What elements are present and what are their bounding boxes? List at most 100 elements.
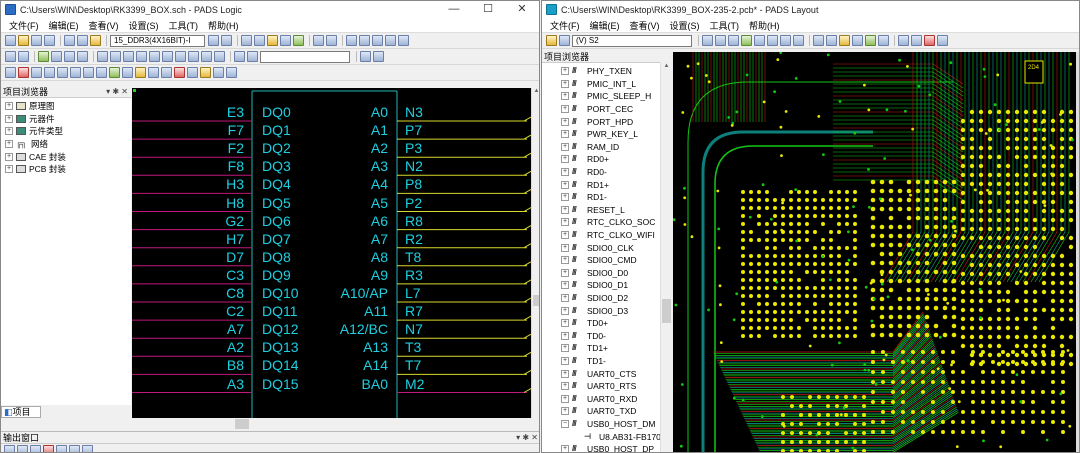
net-item[interactable]: +/// SDIO0_D3 <box>561 304 660 317</box>
output-save-icon[interactable] <box>56 445 67 452</box>
sheet-icon[interactable] <box>372 35 383 46</box>
net-item[interactable]: +/// PORT_HPD <box>561 115 660 128</box>
layout-copy-icon[interactable] <box>715 35 726 46</box>
expand-icon[interactable]: + <box>561 331 569 340</box>
net-item[interactable]: +/// UART0_TXD <box>561 405 660 418</box>
expand-icon[interactable]: + <box>561 407 569 416</box>
label-icon[interactable] <box>135 67 146 78</box>
expand-icon[interactable]: + <box>5 152 13 161</box>
tree-item-nets[interactable]: + ╔╗ 网络 <box>5 138 131 151</box>
layout-properties-icon[interactable] <box>878 35 889 46</box>
layout-menu-tools[interactable]: 工具(T) <box>710 19 740 32</box>
expand-icon[interactable]: + <box>561 319 569 328</box>
schematic-canvas[interactable]: E3 DQ0 A0 N3 F7 DQ1 A1 P7 F2 DQ2 A2 P3 F8 DQ3 A3 N2 H3 DQ… <box>132 88 531 418</box>
expand-icon[interactable]: + <box>561 369 569 378</box>
layout-route-icon[interactable] <box>741 35 752 46</box>
expand-icon[interactable]: + <box>561 155 569 164</box>
layout-save-icon[interactable] <box>559 35 570 46</box>
layout-zoom-icon[interactable] <box>839 35 850 46</box>
redo-icon[interactable] <box>254 35 265 46</box>
expand-icon[interactable]: + <box>5 127 13 136</box>
mirror-icon[interactable] <box>149 51 160 62</box>
expand-icon[interactable]: + <box>561 92 569 101</box>
expand-icon[interactable]: + <box>561 306 569 315</box>
layout-menu-view[interactable]: 查看(V) <box>630 19 660 32</box>
expand-icon[interactable]: + <box>5 102 13 111</box>
move-icon[interactable] <box>123 51 134 62</box>
expand-icon[interactable]: + <box>5 114 13 123</box>
highlight-icon[interactable] <box>174 67 185 78</box>
menu-help[interactable]: 帮助(H) <box>208 19 239 32</box>
split-icon[interactable] <box>162 51 173 62</box>
open-file-icon[interactable] <box>18 35 29 46</box>
tree-item-parts[interactable]: + 元器件 <box>5 113 131 126</box>
menu-view[interactable]: 查看(V) <box>89 19 119 32</box>
project-browser-icon[interactable] <box>346 35 357 46</box>
output-back-icon[interactable] <box>4 445 15 452</box>
expand-icon[interactable]: + <box>561 130 569 139</box>
menu-edit[interactable]: 编辑(E) <box>49 19 79 32</box>
net-item[interactable]: +/// PWR_KEY_L <box>561 128 660 141</box>
layout-undo-icon[interactable] <box>813 35 824 46</box>
layout-menu-file[interactable]: 文件(F) <box>550 19 580 32</box>
add-icon[interactable] <box>31 67 42 78</box>
expand-icon[interactable]: + <box>561 67 569 76</box>
net-item[interactable]: +/// SDIO0_D2 <box>561 292 660 305</box>
net-item[interactable]: +/// PMIC_INT_L <box>561 78 660 91</box>
output-options-icon[interactable] <box>82 445 93 452</box>
add-net-label-icon[interactable] <box>110 51 121 62</box>
window-icon[interactable] <box>385 35 396 46</box>
tree-item-pcb-decals[interactable]: + PCB 封装 <box>5 163 131 176</box>
expand-icon[interactable]: + <box>561 79 569 88</box>
layout-menu-edit[interactable]: 编辑(E) <box>590 19 620 32</box>
refresh-icon[interactable] <box>293 35 304 46</box>
net-item[interactable]: +/// TD1+ <box>561 342 660 355</box>
expand-icon[interactable]: + <box>561 193 569 202</box>
sheet-select[interactable]: 15_DDR3(4X16BIT)-I <box>110 34 205 47</box>
off-page-icon[interactable] <box>214 51 225 62</box>
net-item[interactable]: +/// RD0- <box>561 166 660 179</box>
close-button[interactable]: ✕ <box>505 1 539 18</box>
layout-pour-icon[interactable] <box>754 35 765 46</box>
properties-icon[interactable] <box>280 35 291 46</box>
net-item[interactable]: +/// SDIO0_CLK <box>561 241 660 254</box>
flip-icon[interactable] <box>83 67 94 78</box>
layout-paste-icon[interactable] <box>728 35 739 46</box>
menu-file[interactable]: 文件(F) <box>9 19 39 32</box>
compare-icon[interactable] <box>326 35 337 46</box>
add-field-icon[interactable] <box>97 51 108 62</box>
net-item[interactable]: +/// RTC_CLKO_WIFI <box>561 229 660 242</box>
menu-setup[interactable]: 设置(S) <box>129 19 159 32</box>
add-text-icon[interactable] <box>77 51 88 62</box>
net-item[interactable]: −/// USB0_HOST_DM <box>561 418 660 431</box>
display-icon[interactable] <box>398 35 409 46</box>
mirror-part-icon[interactable] <box>70 67 81 78</box>
net-item[interactable]: +/// TD0+ <box>561 317 660 330</box>
delete-icon[interactable] <box>18 67 29 78</box>
net-item[interactable]: +/// PHY_TXEN <box>561 65 660 78</box>
connect-icon[interactable] <box>175 51 186 62</box>
swap-gate-icon[interactable] <box>109 67 120 78</box>
zoom-icon[interactable] <box>267 35 278 46</box>
output-pin-close-icon[interactable]: ▾ ✱ ✕ <box>516 432 539 443</box>
layout-project-icon[interactable] <box>898 35 909 46</box>
expand-icon[interactable]: + <box>5 140 13 149</box>
layout-3d-icon[interactable] <box>937 35 948 46</box>
expand-icon[interactable]: + <box>5 165 13 174</box>
net-item[interactable]: +/// RD1+ <box>561 178 660 191</box>
undo-icon[interactable] <box>241 35 252 46</box>
select-mode-icon[interactable] <box>208 35 219 46</box>
layout-net-icon[interactable] <box>865 35 876 46</box>
net-item[interactable]: +/// RD0+ <box>561 153 660 166</box>
net-item[interactable]: +/// SDIO0_CMD <box>561 254 660 267</box>
arrow-down-icon[interactable] <box>373 51 384 62</box>
net-item[interactable]: +/// RAM_ID <box>561 141 660 154</box>
layout-output-icon[interactable] <box>911 35 922 46</box>
expand-icon[interactable]: + <box>561 356 569 365</box>
expand-icon[interactable]: + <box>561 256 569 265</box>
add-part-icon[interactable] <box>38 51 49 62</box>
expand-icon[interactable]: + <box>561 105 569 114</box>
bom-icon[interactable] <box>226 67 237 78</box>
find-icon[interactable] <box>161 67 172 78</box>
net-item[interactable]: +/// UART0_RXD <box>561 392 660 405</box>
